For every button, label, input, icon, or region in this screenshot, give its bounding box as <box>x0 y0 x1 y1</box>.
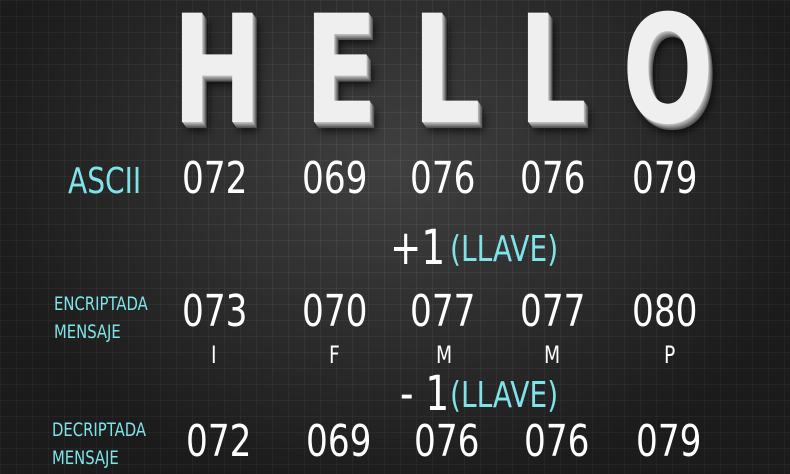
title-letter-o: O <box>622 0 714 158</box>
ascii-value-3: 076 <box>410 153 476 204</box>
ascii-value-2: 069 <box>302 153 368 204</box>
encrypt-key-label: (LLAVE) <box>450 229 559 270</box>
encrypted-char-5: P <box>664 341 676 369</box>
encrypted-value-4: 077 <box>520 286 586 337</box>
ascii-value-1: 072 <box>182 153 248 204</box>
title-letter-h: H <box>172 0 263 158</box>
decrypted-value-5: 079 <box>636 416 702 467</box>
ascii-value-5: 079 <box>632 153 698 204</box>
decrypt-key-label: (LLAVE) <box>450 375 559 416</box>
encrypted-value-3: 077 <box>410 286 476 337</box>
ascii-value-4: 076 <box>520 153 586 204</box>
encrypted-char-2: F <box>329 341 340 369</box>
encrypted-value-5: 080 <box>632 286 698 337</box>
encrypt-key-value: +1 <box>390 220 446 276</box>
encrypted-label-line1: ENCRIPTADA <box>54 293 148 315</box>
encrypted-char-1: I <box>211 341 217 369</box>
title-letter-l: L <box>412 0 481 158</box>
title-letter-e: E <box>304 0 378 158</box>
title-letter-l: L <box>518 0 587 158</box>
ascii-label: ASCII <box>68 161 142 202</box>
encrypted-value-2: 070 <box>302 286 368 337</box>
decrypted-value-4: 076 <box>524 416 590 467</box>
decrypted-label-line1: DECRIPTADA <box>52 419 147 441</box>
decrypted-label-line2: MENSAJE <box>52 447 119 469</box>
encrypted-value-1: 073 <box>182 286 248 337</box>
decrypted-value-1: 072 <box>186 416 252 467</box>
page: { "title_letters": ["H", "E", "L", "L", … <box>0 0 790 474</box>
encrypted-char-4: M <box>544 341 561 369</box>
encrypted-label-line2: MENSAJE <box>54 321 121 343</box>
encrypted-char-3: M <box>436 341 453 369</box>
decrypted-value-2: 069 <box>306 416 372 467</box>
decrypt-key-value: - 1 <box>400 366 450 422</box>
decrypted-value-3: 076 <box>414 416 480 467</box>
